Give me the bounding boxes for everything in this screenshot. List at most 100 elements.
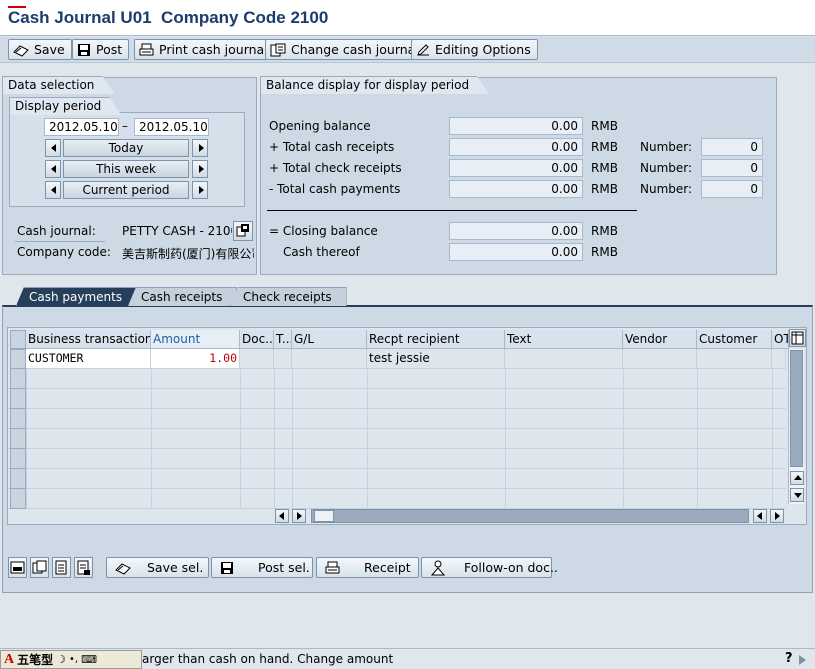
cell-ot[interactable] bbox=[772, 349, 786, 369]
today-next-button[interactable] bbox=[192, 139, 208, 157]
tab-check-receipts[interactable]: Check receipts bbox=[230, 287, 347, 306]
empty-table-rows[interactable] bbox=[8, 369, 786, 509]
cell-text[interactable] bbox=[505, 349, 623, 369]
col-business-transaction[interactable]: Business transaction bbox=[26, 330, 151, 349]
keyboard-icon[interactable]: ⌨ bbox=[81, 653, 97, 666]
ime-mode-label[interactable]: 五笔型 bbox=[17, 651, 53, 668]
period-next-button[interactable] bbox=[192, 181, 208, 199]
tab-cash-payments[interactable]: Cash payments bbox=[16, 287, 138, 306]
editing-options-button[interactable]: Editing Options bbox=[411, 39, 538, 60]
col-t[interactable]: T... bbox=[274, 330, 292, 349]
cell-gl[interactable] bbox=[292, 349, 367, 369]
col-customer[interactable]: Customer bbox=[697, 330, 772, 349]
cell-business-transaction[interactable]: CUSTOMER bbox=[26, 349, 151, 369]
vertical-scrollbar[interactable] bbox=[788, 349, 804, 504]
col-vendor[interactable]: Vendor bbox=[623, 330, 697, 349]
horizontal-scroll-thumb[interactable] bbox=[314, 510, 334, 522]
currency-label: RMB bbox=[591, 161, 618, 175]
help-icon[interactable]: ? bbox=[785, 651, 793, 666]
title-bar: Cash Journal U01 Company Code 2100 bbox=[0, 0, 815, 36]
week-prev-button[interactable] bbox=[45, 160, 61, 178]
col-gl[interactable]: G/L bbox=[292, 330, 367, 349]
today-button[interactable]: Today bbox=[63, 139, 189, 157]
scroll-up-button[interactable] bbox=[790, 471, 804, 485]
col-amount[interactable]: Amount bbox=[151, 330, 240, 349]
scroll-down-button[interactable] bbox=[790, 488, 804, 502]
details-button[interactable] bbox=[52, 557, 71, 578]
date-from-field[interactable]: 2012.05.10 bbox=[44, 118, 119, 136]
data-selection-header: Data selection bbox=[2, 76, 114, 94]
cell-doc[interactable] bbox=[240, 349, 274, 369]
cash-receipts-count: 0 bbox=[701, 138, 763, 156]
change-journal-icon bbox=[270, 43, 286, 56]
scroll-right-button[interactable] bbox=[770, 509, 784, 523]
receipt-button[interactable]: Receipt bbox=[316, 557, 419, 578]
post-selection-button[interactable]: Post sel. bbox=[211, 557, 313, 578]
expand-status-icon[interactable] bbox=[799, 655, 806, 665]
total-check-receipts-value: 0.00 bbox=[449, 159, 583, 177]
fixed-scroll-left-button[interactable] bbox=[275, 509, 289, 523]
current-period-button[interactable]: Current period bbox=[63, 181, 189, 199]
company-code-value: 美吉斯制药(厦门)有限公司 bbox=[122, 247, 254, 261]
company-code-label: Company code: bbox=[17, 245, 111, 259]
currency-label: RMB bbox=[591, 182, 618, 196]
cell-t[interactable] bbox=[274, 349, 292, 369]
week-next-button[interactable] bbox=[192, 160, 208, 178]
date-to-field[interactable]: 2012.05.10 bbox=[134, 118, 209, 136]
document-icon bbox=[55, 560, 67, 575]
horizontal-scrollbar[interactable] bbox=[311, 509, 749, 523]
receipt-label: Receipt bbox=[364, 560, 411, 575]
save-sel-label: Save sel. bbox=[147, 560, 204, 575]
post-button[interactable]: Post bbox=[72, 39, 130, 60]
col-ot[interactable]: OT bbox=[772, 330, 789, 349]
opening-balance-value: 0.00 bbox=[449, 117, 583, 135]
tab-cash-receipts[interactable]: Cash receipts bbox=[128, 287, 238, 306]
select-all-button[interactable] bbox=[8, 557, 27, 578]
vertical-scroll-thumb[interactable] bbox=[790, 350, 803, 467]
select-all-corner[interactable] bbox=[10, 330, 26, 349]
post-sel-label: Post sel. bbox=[258, 560, 310, 575]
col-text[interactable]: Text bbox=[505, 330, 623, 349]
this-week-button[interactable]: This week bbox=[63, 160, 189, 178]
moon-icon[interactable]: ☽ bbox=[56, 653, 66, 666]
separator-line bbox=[15, 241, 105, 242]
total-cash-receipts-value: 0.00 bbox=[449, 138, 583, 156]
deselect-all-button[interactable] bbox=[30, 557, 49, 578]
punctuation-icon[interactable]: •, bbox=[69, 654, 78, 665]
delete-row-button[interactable] bbox=[74, 557, 93, 578]
ime-toolbar[interactable]: A 五笔型 ☽ •, ⌨ bbox=[0, 650, 142, 669]
arrow-right-icon bbox=[297, 512, 302, 520]
closing-balance-value: 0.00 bbox=[449, 222, 583, 240]
total-cash-payments-value: 0.00 bbox=[449, 180, 583, 198]
total-cash-payments-label: - Total cash payments bbox=[269, 182, 401, 196]
print-cash-journal-button[interactable]: Print cash journal bbox=[134, 39, 275, 60]
arrow-left-icon bbox=[51, 165, 56, 173]
currency-label: RMB bbox=[591, 224, 618, 238]
col-recpt-recipient[interactable]: Recpt recipient bbox=[367, 330, 505, 349]
row-selector[interactable] bbox=[10, 349, 26, 369]
cell-recipient[interactable]: test jessie bbox=[367, 349, 505, 369]
total-cash-receipts-label: + Total cash receipts bbox=[269, 140, 395, 154]
save-button[interactable]: Save bbox=[8, 39, 72, 60]
arrow-left-icon bbox=[279, 512, 284, 520]
save-selection-button[interactable]: Save sel. bbox=[106, 557, 209, 578]
change-cash-journal-button[interactable]: Change cash journal bbox=[265, 39, 426, 60]
cell-customer[interactable] bbox=[697, 349, 772, 369]
follow-on-doc-button[interactable]: Follow-on doc.. bbox=[421, 557, 558, 578]
fixed-scroll-right-button[interactable] bbox=[292, 509, 306, 523]
col-doc[interactable]: Doc... bbox=[240, 330, 274, 349]
post-label: Post bbox=[96, 42, 123, 57]
switch-journal-button[interactable] bbox=[233, 221, 253, 241]
cell-amount[interactable]: 1.00 bbox=[151, 349, 240, 369]
save-label: Save bbox=[34, 42, 65, 57]
today-prev-button[interactable] bbox=[45, 139, 61, 157]
sum-line bbox=[267, 210, 637, 211]
display-period-header: Display period bbox=[9, 97, 121, 115]
cell-vendor[interactable] bbox=[623, 349, 697, 369]
table-config-icon bbox=[791, 331, 804, 345]
delete-row-icon bbox=[77, 560, 90, 575]
table-settings-button[interactable] bbox=[789, 329, 806, 347]
scroll-left-button[interactable] bbox=[753, 509, 767, 523]
period-prev-button[interactable] bbox=[45, 181, 61, 199]
row-selector-column[interactable] bbox=[10, 369, 26, 509]
